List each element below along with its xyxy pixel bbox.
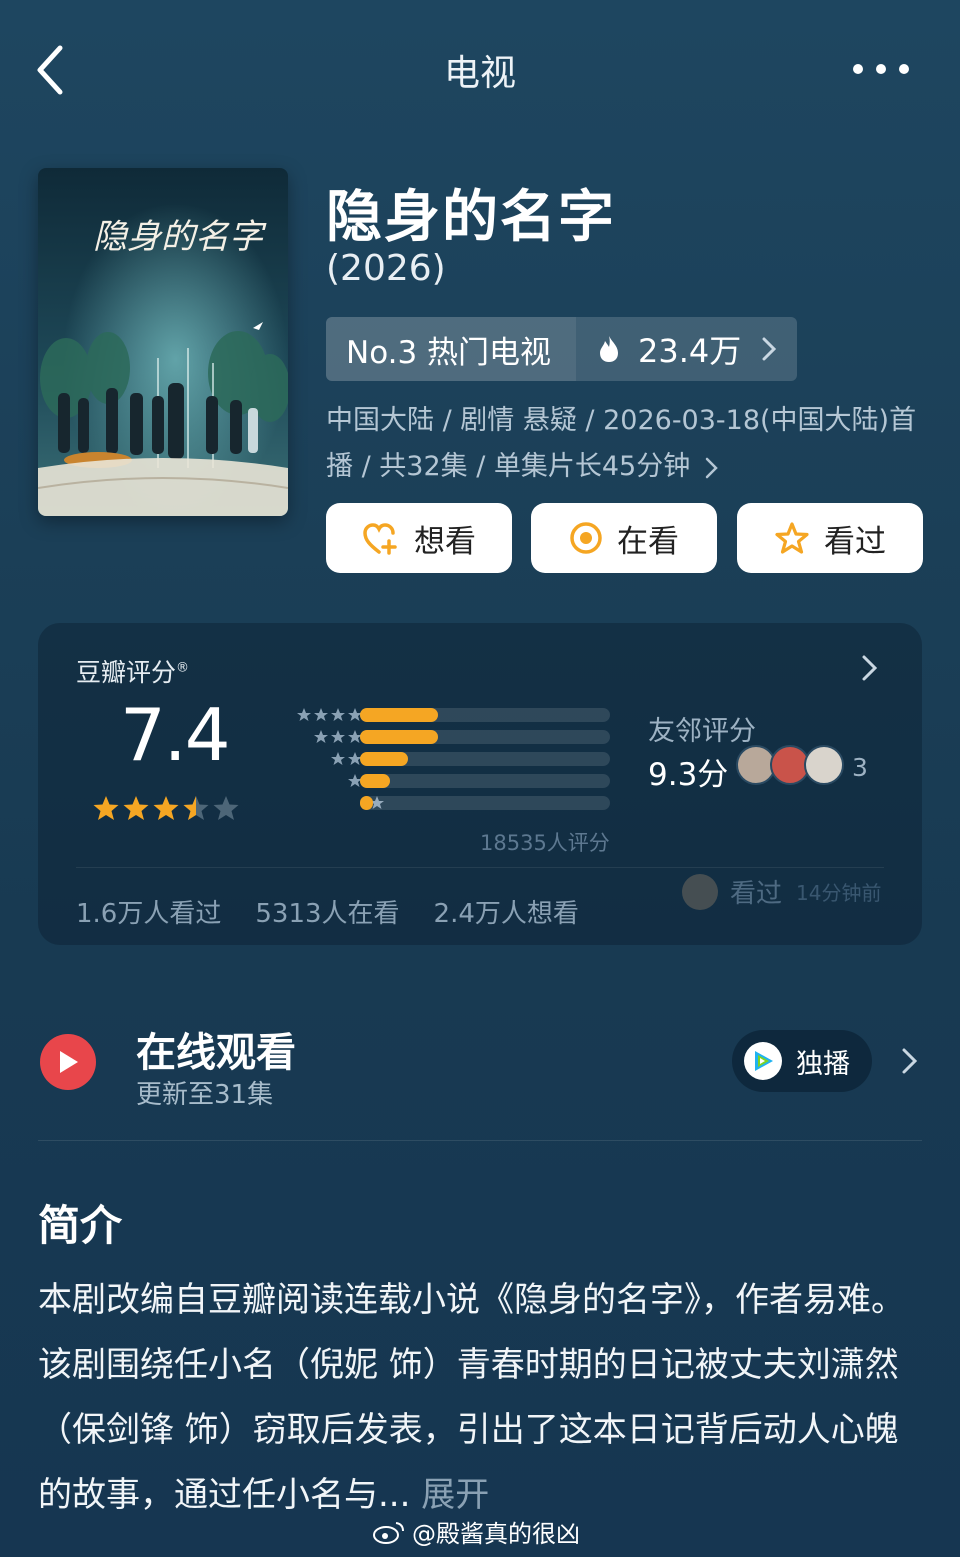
expand-link[interactable]: 展开 xyxy=(421,1475,489,1515)
top-bar: 电视 xyxy=(0,0,960,140)
star-outline-icon xyxy=(775,522,809,554)
intro-text: 本剧改编自豆瓣阅读连载小说《隐身的名字》，作者易难。 该剧围绕任小名（倪妮 饰）… xyxy=(38,1268,928,1528)
watermark-text: @殿酱真的很凶 xyxy=(412,1520,580,1548)
heart-plus-icon xyxy=(363,523,397,555)
star-half-icon xyxy=(183,796,209,820)
watching-label: 在看 xyxy=(617,523,679,560)
bar-fill-2 xyxy=(360,774,390,788)
show-year: (2026) xyxy=(326,248,446,289)
chevron-right-icon xyxy=(762,337,777,361)
friends-rating-score: 9.3分 xyxy=(648,757,729,793)
stat-watched: 1.6万人看过 xyxy=(76,899,222,929)
bar-row-2 xyxy=(258,773,648,789)
stat-want: 2.4万人想看 xyxy=(433,899,579,929)
rating-stars xyxy=(93,796,239,820)
rating-label: 豆瓣评分® xyxy=(76,658,190,687)
watermark: @殿酱真的很凶 xyxy=(372,1514,580,1549)
episode-update: 更新至31集 xyxy=(136,1080,274,1110)
avatar xyxy=(804,745,844,785)
bar-fill-4 xyxy=(360,730,438,744)
recent-action: 看过 xyxy=(730,879,783,909)
friends-rating-label: 友邻评分 xyxy=(648,716,756,747)
heat-count: 23.4万 xyxy=(638,332,742,370)
tencent-video-icon xyxy=(744,1042,782,1080)
platform-label: 独播 xyxy=(796,1048,850,1080)
divider xyxy=(38,1140,922,1141)
watched-label: 看过 xyxy=(824,523,886,560)
intro-heading: 简介 xyxy=(38,1201,123,1250)
rating-card[interactable]: 豆瓣评分® 7.4 18535人评分 友邻评分 9.3分 3 看过 14分钟前 … xyxy=(38,623,922,945)
rating-count: 18535人评分 xyxy=(480,831,610,855)
meta-text: 中国大陆 / 剧情 悬疑 / 2026-03-18(中国大陆)首播 / 共32集… xyxy=(326,405,917,482)
poster-title-art: 隐身的名字 xyxy=(93,217,267,257)
page-title: 电视 xyxy=(443,53,516,94)
bar-row-3 xyxy=(258,751,648,767)
poster-image[interactable]: 隐身的名字 xyxy=(38,168,288,516)
star-empty-icon xyxy=(213,796,239,820)
chevron-right-icon[interactable] xyxy=(860,653,880,683)
bar-row-5 xyxy=(258,707,648,723)
star-full-icon xyxy=(93,796,119,820)
friend-avatars[interactable] xyxy=(736,745,846,787)
star-full-icon xyxy=(123,796,149,820)
want-label: 想看 xyxy=(414,523,476,560)
avatar xyxy=(682,873,718,910)
bar-row-1 xyxy=(258,795,648,811)
fire-icon xyxy=(600,336,618,362)
rank-badge[interactable]: No.3 热门电视 23.4万 xyxy=(326,317,797,381)
platform-button[interactable]: 独播 xyxy=(732,1030,872,1092)
online-watch-title[interactable]: 在线观看 xyxy=(136,1020,296,1078)
weibo-icon xyxy=(373,1521,404,1544)
divider xyxy=(76,867,884,868)
friends-count: 3 xyxy=(852,753,868,782)
recent-time: 14分钟前 xyxy=(796,881,882,905)
watch-stats: 1.6万人看过 5313人在看 2.4万人想看 xyxy=(76,893,613,930)
more-options-icon[interactable] xyxy=(846,52,916,86)
play-icon[interactable] xyxy=(40,1034,96,1090)
star-full-icon xyxy=(153,796,179,820)
watched-button[interactable]: 看过 xyxy=(737,503,923,573)
recent-activity: 看过 14分钟前 xyxy=(682,873,881,910)
show-meta-info[interactable]: 中国大陆 / 剧情 悬疑 / 2026-03-18(中国大陆)首播 / 共32集… xyxy=(326,398,926,490)
rank-label: No.3 热门电视 xyxy=(326,317,576,381)
bar-fill-5 xyxy=(360,708,438,722)
want-to-watch-button[interactable]: 想看 xyxy=(326,503,512,573)
watching-button[interactable]: 在看 xyxy=(531,503,717,573)
target-icon xyxy=(570,522,602,554)
bar-row-4 xyxy=(258,729,648,745)
stat-watching: 5313人在看 xyxy=(255,899,400,929)
bar-fill-3 xyxy=(360,752,408,766)
bar-fill-1 xyxy=(360,796,373,810)
chevron-right-icon xyxy=(705,457,718,478)
chevron-right-icon[interactable] xyxy=(900,1046,920,1076)
rating-score: 7.4 xyxy=(120,693,231,777)
show-title: 隐身的名字 xyxy=(326,185,616,250)
